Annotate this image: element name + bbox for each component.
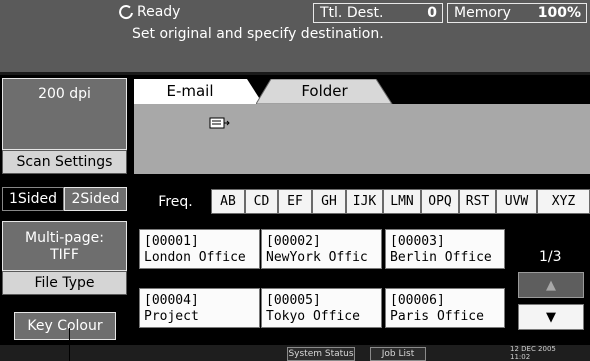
memory-label: Memory (454, 5, 511, 21)
file-type-button[interactable]: File Type (2, 271, 127, 295)
job-list-button[interactable]: Job List (370, 347, 426, 361)
tab-email[interactable]: E-mail (134, 79, 246, 104)
status-text: Ready (137, 4, 181, 20)
index-tab-label: EF (287, 194, 303, 209)
destination-name: Project (144, 309, 199, 324)
total-destinations-box: Ttl. Dest. 0 (313, 3, 443, 23)
index-tab-rst[interactable]: RST (459, 189, 496, 214)
destination-name: NewYork Offic (266, 250, 368, 265)
tab-folder-label: Folder (301, 82, 348, 100)
destination-code: [00003] (390, 234, 445, 249)
index-tab-label: IJK (352, 194, 377, 209)
index-tab-label: GH (321, 194, 337, 209)
index-tab-ijk[interactable]: IJK (346, 189, 383, 214)
scan-settings-label: Scan Settings (16, 154, 113, 170)
key-colour-label: Key Colour (27, 318, 103, 334)
scan-settings-button[interactable]: Scan Settings (2, 150, 127, 174)
destination-code: [00001] (144, 234, 199, 249)
index-tab-ab[interactable]: AB (211, 189, 245, 214)
destination-code: [00004] (144, 293, 199, 308)
destination-button[interactable]: [00002] NewYork Offic (261, 229, 382, 269)
two-sided-button[interactable]: 2Sided (64, 187, 127, 211)
callout-line (69, 328, 70, 361)
destination-code: [00006] (390, 293, 445, 308)
destination-field[interactable] (134, 104, 590, 174)
memory-box: Memory 100% (447, 3, 587, 23)
scanner-screen: Ready Set original and specify destinati… (0, 0, 590, 345)
index-tab-label: AB (220, 194, 236, 209)
index-tab-opq[interactable]: OPQ (421, 189, 459, 214)
file-format-line2: TIFF (50, 246, 79, 263)
index-tab-cd[interactable]: CD (245, 189, 278, 214)
next-page-button[interactable]: ▼ (518, 304, 584, 330)
job-list-label: Job List (381, 348, 415, 359)
system-status-button[interactable]: System Status (287, 347, 355, 361)
index-tab-lmn[interactable]: LMN (383, 189, 421, 214)
one-sided-label: 1Sided (8, 191, 58, 207)
destination-button[interactable]: [00005] Tokyo Office (261, 288, 382, 328)
total-destinations-value: 0 (427, 5, 437, 21)
arrow-down-icon: ▼ (546, 309, 556, 325)
key-colour-button[interactable]: Key Colour (14, 312, 116, 340)
destination-name: Berlin Office (390, 250, 492, 265)
tab-email-label: E-mail (166, 82, 214, 100)
file-format-line1: Multi-page: (25, 229, 104, 246)
index-tab-label: OPQ (428, 194, 452, 209)
footer-bar: System Status Job List 12 DEC 2005 11:02 (0, 345, 590, 361)
destination-button[interactable]: [00001] London Office (139, 229, 260, 269)
index-tab-label: UVW (504, 194, 529, 209)
file-type-label: File Type (34, 275, 95, 291)
ready-status-icon (119, 5, 133, 20)
destination-code: [00002] (266, 234, 321, 249)
system-status-label: System Status (288, 348, 354, 359)
destination-code: [00005] (266, 293, 321, 308)
date-display: 12 DEC 2005 (510, 345, 556, 353)
header-bar: Ready Set original and specify destinati… (0, 0, 590, 72)
one-sided-button[interactable]: 1Sided (2, 187, 64, 211)
time-display: 11:02 (510, 353, 531, 361)
previous-page-button[interactable]: ▲ (518, 272, 584, 298)
page-indicator: 1/3 (539, 249, 562, 265)
destination-name: Tokyo Office (266, 309, 360, 324)
total-destinations-label: Ttl. Dest. (320, 5, 384, 21)
destination-button[interactable]: [00004] Project (139, 288, 260, 328)
index-tab-freq-label: Freq. (158, 193, 193, 210)
destination-button[interactable]: [00006] Paris Office (385, 288, 505, 328)
index-tab-ef[interactable]: EF (278, 189, 312, 214)
index-tab-gh[interactable]: GH (312, 189, 346, 214)
index-tab-uvw[interactable]: UVW (496, 189, 537, 214)
resolution-button[interactable]: 200 dpi (2, 78, 127, 150)
destination-name: Paris Office (390, 309, 484, 324)
instruction-text: Set original and specify destination. (132, 26, 384, 42)
index-tab-label: XYZ (551, 194, 576, 209)
arrow-up-icon: ▲ (546, 277, 556, 293)
destination-button[interactable]: [00003] Berlin Office (385, 229, 505, 269)
index-tab-freq[interactable]: Freq. (140, 189, 211, 214)
tab-folder[interactable]: Folder (272, 79, 377, 104)
resolution-value: 200 dpi (38, 86, 91, 102)
index-tab-label: LMN (390, 194, 414, 209)
two-sided-label: 2Sided (71, 191, 120, 207)
file-format-button[interactable]: Multi-page: TIFF (2, 221, 127, 271)
index-tab-label: CD (253, 194, 270, 209)
email-address-icon (209, 117, 230, 129)
index-tab-label: RST (465, 194, 490, 209)
memory-value: 100% (537, 5, 581, 21)
destination-name: London Office (144, 250, 246, 265)
index-tab-xyz[interactable]: XYZ (537, 189, 590, 214)
